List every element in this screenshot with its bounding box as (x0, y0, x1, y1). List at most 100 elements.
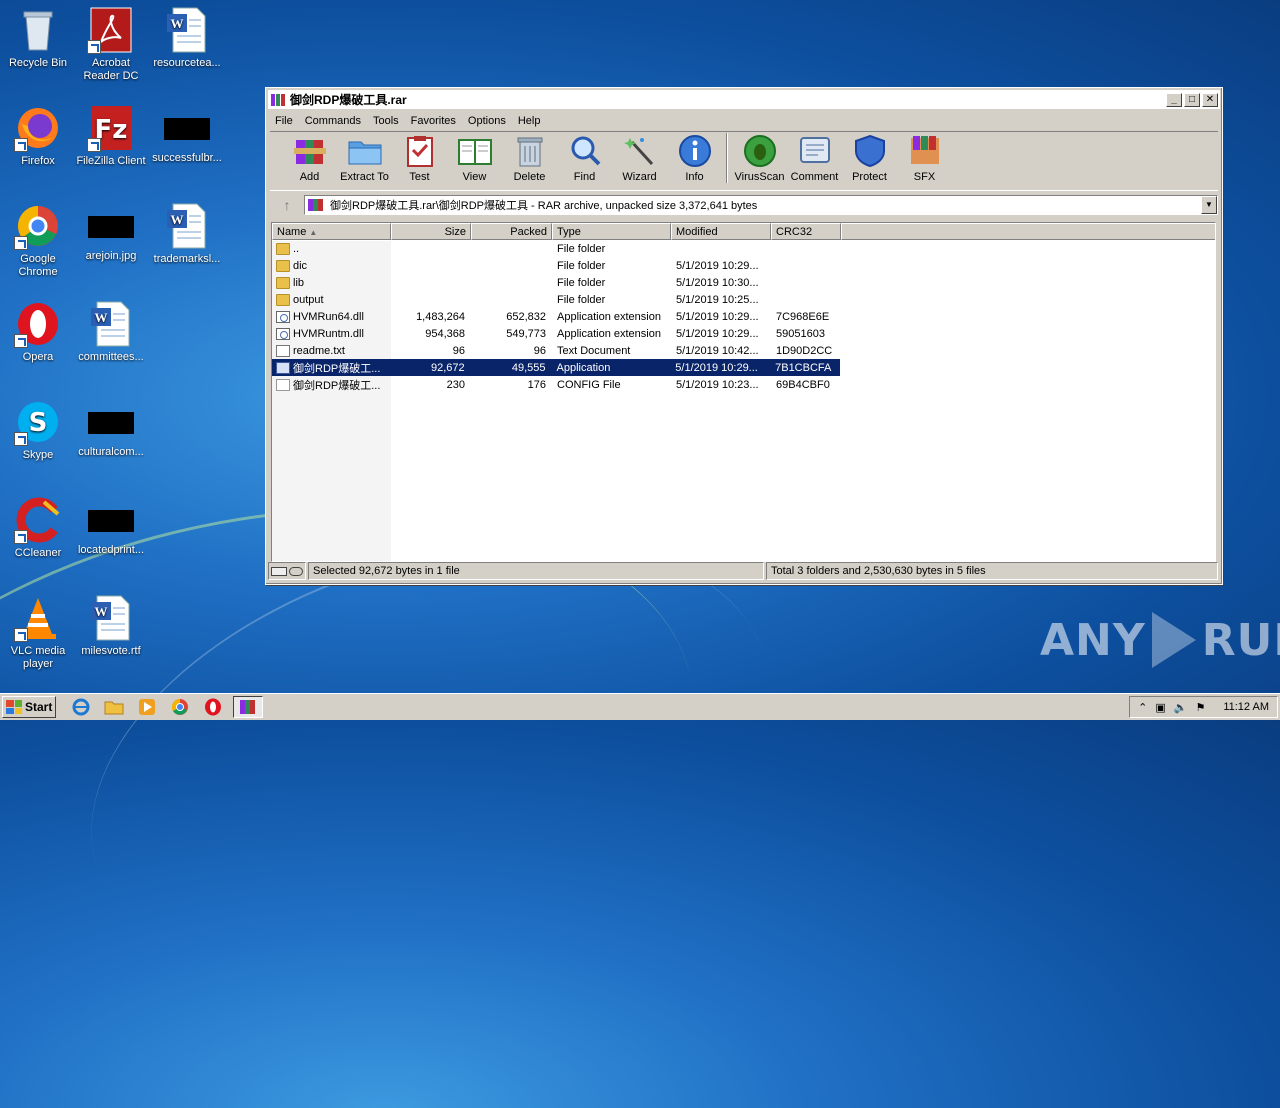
menu-commands[interactable]: Commands (299, 115, 367, 127)
file-row[interactable]: .. File folder (272, 240, 1215, 257)
file-row[interactable]: 御剑RDP爆破工... 230 176 CONFIG File 5/1/2019 10:… (272, 376, 1215, 393)
menu-file[interactable]: File (269, 115, 299, 127)
desktop-icon-locatedprint[interactable]: locatedprint... (73, 496, 149, 557)
maximize-button[interactable]: □ (1184, 92, 1200, 107)
taskbar-ie-icon[interactable] (68, 696, 94, 718)
virusscan-button[interactable]: VirusScan (732, 134, 787, 183)
up-folder-button[interactable]: ↑ (270, 195, 304, 215)
address-dropdown-button[interactable]: ▼ (1201, 196, 1217, 214)
info-icon (677, 134, 713, 168)
test-button[interactable]: Test (392, 134, 447, 183)
menu-options[interactable]: Options (462, 115, 512, 127)
virus-scan-icon (742, 134, 778, 168)
file-row[interactable]: readme.txt 96 96 Text Document 5/1/2019 10:4… (272, 342, 1215, 359)
wizard-button[interactable]: Wizard (612, 134, 667, 183)
file-crc-cell: 1D90D2CC (776, 344, 833, 357)
column-type[interactable]: Type (552, 223, 671, 240)
archive-icon (308, 199, 323, 211)
desktop-icon-vlc[interactable]: VLC media player (0, 594, 76, 671)
play-logo-icon (1151, 612, 1196, 668)
extract-to-button[interactable]: Extract To (337, 134, 392, 183)
desktop-icon-filezilla[interactable]: Fz FileZilla Client (73, 104, 149, 168)
taskbar-media-player-icon[interactable] (134, 696, 160, 718)
desktop-icon-arejoin[interactable]: arejoin.jpg (73, 202, 149, 263)
delete-button[interactable]: Delete (502, 134, 557, 183)
desktop-icon-ccleaner[interactable]: CCleaner (0, 496, 76, 560)
taskbar-chrome-icon[interactable] (167, 696, 193, 718)
taskbar-explorer-icon[interactable] (101, 696, 127, 718)
file-row[interactable]: HVMRuntm.dll 954,368 549,773 Application ex… (272, 325, 1215, 342)
address-bar: ↑ 御剑RDP爆破工具.rar\御剑RDP爆破工具 - RAR archive,… (270, 193, 1218, 217)
toolbar: Add Extract To Test View Delete Find Wiz… (270, 131, 1218, 191)
file-packed-cell: 96 (533, 344, 546, 357)
title-bar[interactable]: 御剑RDP爆破工具.rar _ □ ✕ (268, 90, 1220, 109)
column-packed[interactable]: Packed (471, 223, 552, 240)
file-size-cell: 1,483,264 (416, 310, 465, 323)
vlc-icon (14, 594, 62, 642)
find-button[interactable]: Find (557, 134, 612, 183)
comment-button[interactable]: Comment (787, 134, 842, 183)
address-field[interactable]: 御剑RDP爆破工具.rar\御剑RDP爆破工具 - RAR archive, u… (304, 195, 1218, 215)
taskbar-winrar-icon[interactable] (233, 696, 263, 718)
desktop-icon-milesvote[interactable]: W milesvote.rtf (73, 594, 149, 658)
flag-icon[interactable]: ⚑ (1195, 701, 1205, 714)
volume-icon[interactable]: 🔈 (1174, 701, 1188, 714)
application-icon (276, 361, 290, 374)
minimize-button[interactable]: _ (1166, 92, 1182, 107)
folder-icon (276, 242, 290, 255)
clock[interactable]: 11:12 AM (1223, 701, 1269, 713)
desktop-icon-resourcetea[interactable]: W resourcetea... (149, 6, 225, 70)
column-modified[interactable]: Modified (671, 223, 771, 240)
column-name[interactable]: Name ▲ (272, 223, 391, 240)
desktop-icon-committees[interactable]: W committees... (73, 300, 149, 364)
file-row[interactable]: dic File folder 5/1/2019 10:29... (272, 257, 1215, 274)
tray-expand-icon[interactable]: ⌃ (1138, 701, 1147, 714)
clipboard-check-icon (402, 134, 438, 168)
comment-icon (797, 134, 833, 168)
desktop-icon-chrome[interactable]: Google Chrome (0, 202, 76, 279)
file-row[interactable]: 御剑RDP爆破工... 92,672 49,555 Application 5/1/20… (272, 359, 840, 376)
close-button[interactable]: ✕ (1202, 92, 1218, 107)
desktop-icon-opera[interactable]: Opera (0, 300, 76, 364)
desktop-icon-culturalcom[interactable]: culturalcom... (73, 398, 149, 459)
protect-button[interactable]: Protect (842, 134, 897, 183)
filezilla-icon: Fz (87, 104, 135, 152)
taskbar-opera-icon[interactable] (200, 696, 226, 718)
winrar-window[interactable]: 御剑RDP爆破工具.rar _ □ ✕ File Commands Tools … (265, 87, 1223, 585)
menu-help[interactable]: Help (512, 115, 547, 127)
desktop-icon-recycle-bin[interactable]: Recycle Bin (0, 6, 76, 70)
column-size[interactable]: Size (391, 223, 471, 240)
start-button[interactable]: Start (2, 696, 56, 718)
file-name-cell: HVMRun64.dll (272, 310, 391, 323)
file-type-cell: File folder (557, 293, 606, 306)
file-name-cell: 御剑RDP爆破工... (272, 377, 391, 393)
view-button[interactable]: View (447, 134, 502, 183)
file-rows: .. File folder dic File folder 5/1/2019 10:2… (272, 240, 1215, 393)
file-row[interactable]: output File folder 5/1/2019 10:25... (272, 291, 1215, 308)
file-crc-cell: 7C968E6E (776, 310, 830, 323)
menu-tools[interactable]: Tools (367, 115, 405, 127)
file-modified-cell: 5/1/2019 10:23... (676, 378, 759, 391)
acrobat-icon (87, 6, 135, 54)
file-row[interactable]: HVMRun64.dll 1,483,264 652,832 Application … (272, 308, 1215, 325)
sfx-button[interactable]: SFX (897, 134, 952, 183)
info-button[interactable]: Info (667, 134, 722, 183)
word-doc-icon: W (87, 594, 135, 642)
chrome-icon (14, 202, 62, 250)
desktop-icon-trademarksl[interactable]: W trademarksl... (149, 202, 225, 266)
file-row[interactable]: lib File folder 5/1/2019 10:30... (272, 274, 1215, 291)
menu-favorites[interactable]: Favorites (405, 115, 462, 127)
column-crc32[interactable]: CRC32 (771, 223, 841, 240)
desktop-icon-firefox[interactable]: Firefox (0, 104, 76, 168)
desktop-icon-acrobat[interactable]: Acrobat Reader DC (73, 6, 149, 83)
windows-logo-icon (6, 700, 22, 714)
folder-icon (276, 276, 290, 289)
system-tray: ⌃ ▣ 🔈 ⚑ 11:12 AM (1129, 696, 1278, 718)
file-list[interactable]: Name ▲ Size Packed Type Modified CRC32 .… (271, 222, 1216, 562)
desktop-icon-skype[interactable]: S Skype (0, 398, 76, 462)
desktop-icon-successfulbr[interactable]: successfulbr... (149, 104, 225, 165)
file-name-cell: 御剑RDP爆破工... (272, 360, 391, 376)
network-icon[interactable]: ▣ (1155, 701, 1165, 714)
file-name-cell: lib (272, 276, 391, 289)
add-button[interactable]: Add (282, 134, 337, 183)
